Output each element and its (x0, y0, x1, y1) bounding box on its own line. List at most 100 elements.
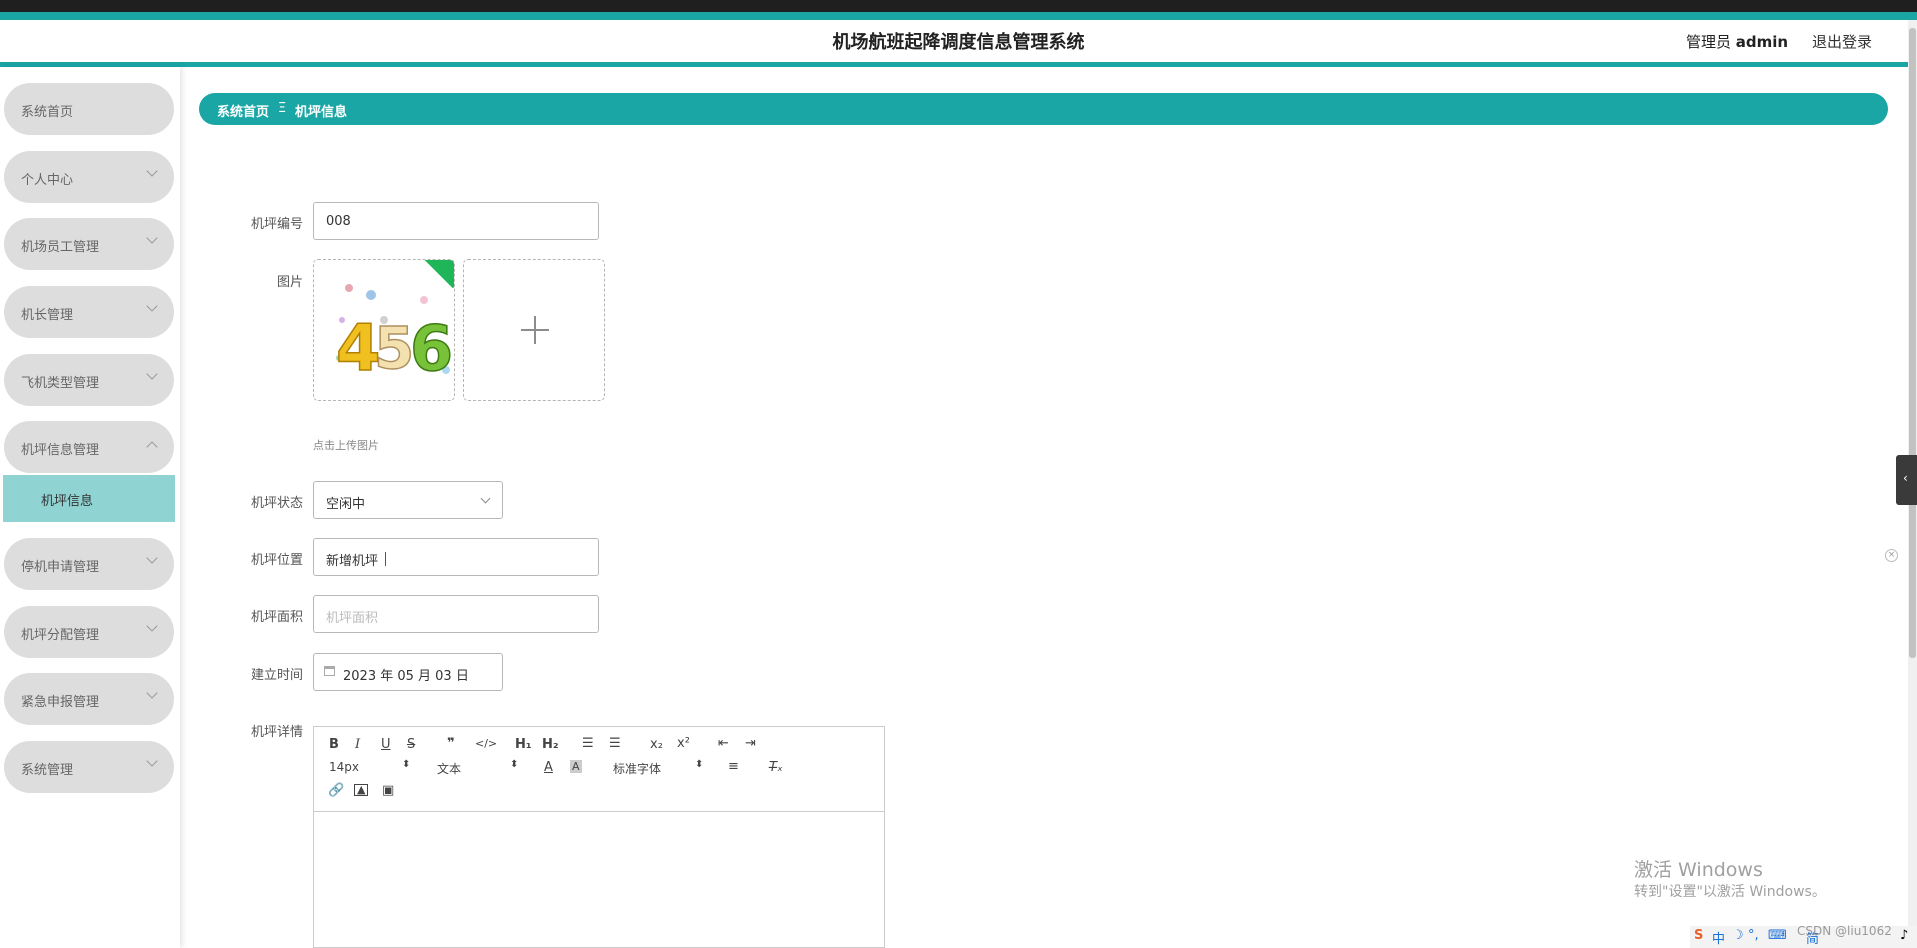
sidebar-item-label: 系统首页 (21, 105, 74, 120)
ordered-list-icon[interactable]: ☰ (582, 736, 594, 751)
logout-link[interactable]: 退出登录 (1812, 31, 1872, 52)
updown-arrow-icon: ⬍ (695, 759, 704, 770)
admin-info: 管理员 admin (1686, 31, 1788, 52)
scrollbar-thumb[interactable] (1909, 28, 1916, 658)
status-label: 机坪状态 (250, 496, 303, 511)
punctuation-icon[interactable]: °, (1748, 928, 1759, 943)
area-label: 机坪面积 (250, 610, 303, 625)
link-icon[interactable]: 🔗 (328, 783, 344, 798)
ime-chinese-mode[interactable]: 中 (1712, 928, 1725, 947)
admin-prefix: 管理员 (1686, 33, 1732, 51)
sidebar-item-captain[interactable]: 机长管理 (4, 286, 174, 338)
apron-image-thumbnail: 4 5 6 (335, 284, 454, 387)
superscript-icon[interactable]: x² (677, 736, 690, 751)
tiktok-icon[interactable]: ♪ (1900, 928, 1908, 943)
chevron-down-icon (146, 300, 158, 312)
chevron-down-icon (146, 755, 158, 767)
bold-icon[interactable]: B (329, 737, 339, 752)
admin-name: admin (1735, 33, 1789, 51)
outdent-icon[interactable]: ⇤ (718, 736, 729, 751)
image-icon[interactable]: ▲ (354, 784, 369, 796)
detail-label: 机坪详情 (250, 725, 303, 740)
editor-toolbar: B I U S ❞ </> H₁ H₂ ☰ ☰ x₂ x² ⇤ ⇥ 14px ⬍… (314, 727, 884, 812)
location-input[interactable]: 新增机坪 (313, 538, 599, 576)
breadcrumb-separator: Ξ (278, 101, 287, 116)
sidebar-item-allocation[interactable]: 机坪分配管理 (4, 606, 174, 658)
sidebar-item-label: 机坪信息管理 (21, 443, 100, 458)
sidebar-item-profile[interactable]: 个人中心 (4, 151, 174, 203)
sidebar-item-parking[interactable]: 停机申请管理 (4, 538, 174, 590)
windows-activation-subtitle: 转到"设置"以激活 Windows。 (1634, 884, 1826, 900)
breadcrumb: 系统首页 Ξ 机坪信息 (199, 93, 1888, 125)
upload-add-button[interactable] (463, 259, 605, 401)
area-input[interactable]: 机坪面积 (313, 595, 599, 633)
sogou-icon[interactable]: S (1694, 928, 1703, 943)
background-color-icon[interactable]: A (570, 760, 582, 773)
italic-icon[interactable]: I (355, 737, 360, 752)
sidebar-subitem-apron-info[interactable]: 机坪信息 (3, 475, 175, 522)
clear-format-icon[interactable]: T̶ₓ (769, 760, 783, 775)
moon-icon[interactable]: ☽ (1732, 928, 1744, 943)
side-panel-toggle[interactable]: ‹ (1896, 455, 1917, 505)
code-icon[interactable]: </> (475, 737, 497, 750)
keyboard-icon[interactable]: ⌨ (1768, 928, 1787, 943)
font-family-select[interactable]: 标准字体 (613, 760, 661, 777)
indent-icon[interactable]: ⇥ (745, 736, 756, 751)
sidebar-item-aircraft-type[interactable]: 飞机类型管理 (4, 354, 174, 406)
svg-text:6: 6 (410, 312, 453, 385)
location-label: 机坪位置 (250, 553, 303, 568)
apron-no-input[interactable]: 008 (313, 202, 599, 240)
text-type-select[interactable]: 文本 (437, 760, 461, 777)
chevron-down-icon (146, 687, 158, 699)
chevron-up-icon (146, 441, 158, 453)
sidebar-item-label: 停机申请管理 (21, 560, 100, 575)
sidebar-item-label: 机场员工管理 (21, 240, 100, 255)
sidebar-item-label: 紧急申报管理 (21, 695, 100, 710)
sidebar-item-home[interactable]: 系统首页 (4, 83, 174, 135)
svg-text:5: 5 (374, 314, 414, 382)
sidebar-subitem-label: 机坪信息 (41, 494, 94, 509)
sidebar-item-label: 机长管理 (21, 308, 74, 323)
updown-arrow-icon: ⬍ (510, 759, 519, 770)
subscript-icon[interactable]: x₂ (650, 737, 663, 752)
chevron-down-icon (480, 493, 491, 504)
close-icon[interactable]: × (1885, 549, 1898, 562)
heading1-icon[interactable]: H₁ (515, 737, 532, 752)
status-select[interactable]: 空闲中 (313, 481, 503, 519)
sidebar-item-staff[interactable]: 机场员工管理 (4, 218, 174, 270)
sidebar-item-label: 系统管理 (21, 763, 74, 778)
heading2-icon[interactable]: H₂ (542, 737, 559, 752)
chevron-down-icon (146, 552, 158, 564)
chevron-down-icon (146, 368, 158, 380)
video-icon[interactable]: ▣ (382, 783, 394, 798)
font-size-select[interactable]: 14px (329, 760, 359, 774)
app-title: 机场航班起降调度信息管理系统 (832, 32, 1085, 53)
window-top-strip (0, 0, 1917, 12)
sidebar-item-apron[interactable]: 机坪信息管理 (4, 421, 174, 473)
blockquote-icon[interactable]: ❞ (447, 736, 455, 751)
chevron-down-icon (146, 232, 158, 244)
bullet-list-icon[interactable]: ☰ (609, 736, 621, 751)
breadcrumb-home[interactable]: 系统首页 (217, 101, 269, 120)
align-left-icon[interactable]: ≡ (728, 759, 739, 774)
built-time-picker[interactable]: 2023 年 05 月 03 日 (313, 653, 503, 691)
windows-activation-title: 激活 Windows (1634, 859, 1763, 881)
sidebar-item-system[interactable]: 系统管理 (4, 741, 174, 793)
updown-arrow-icon: ⬍ (402, 759, 411, 770)
font-color-icon[interactable]: A (544, 760, 553, 775)
image-label: 图片 (276, 275, 303, 290)
chevron-left-icon: ‹ (1903, 471, 1908, 485)
top-accent-bar (0, 12, 1917, 20)
status-select-value: 空闲中 (326, 497, 366, 512)
sidebar-item-label: 个人中心 (21, 173, 74, 188)
strikethrough-icon[interactable]: S (407, 737, 415, 752)
upload-hint: 点击上传图片 (313, 439, 379, 452)
underline-icon[interactable]: U (381, 737, 391, 752)
breadcrumb-current: 机坪信息 (295, 105, 348, 120)
sidebar-item-emergency[interactable]: 紧急申报管理 (4, 673, 174, 725)
sidebar-item-label: 机坪分配管理 (21, 628, 100, 643)
uploaded-image[interactable]: 4 5 6 (313, 259, 455, 401)
sidebar-item-label: 飞机类型管理 (21, 376, 100, 391)
rich-text-editor[interactable]: B I U S ❞ </> H₁ H₂ ☰ ☰ x₂ x² ⇤ ⇥ 14px ⬍… (313, 726, 885, 948)
text-cursor-icon (385, 552, 386, 566)
